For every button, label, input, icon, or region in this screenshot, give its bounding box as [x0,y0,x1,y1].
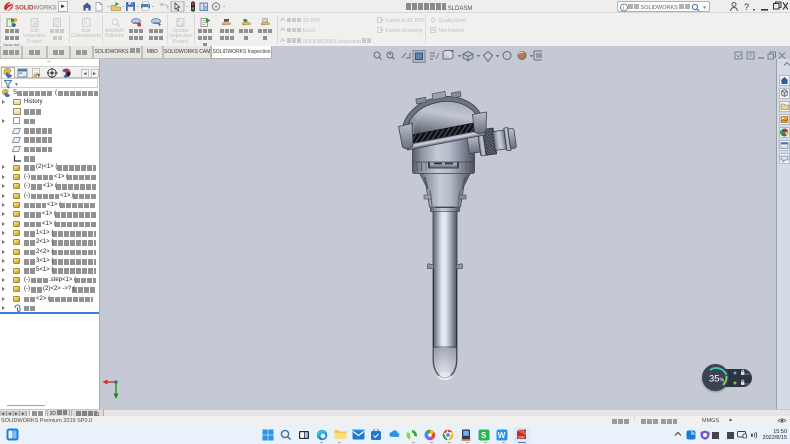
svg-text:SW: SW [518,434,525,439]
svg-text:i: i [623,6,624,12]
svg-text:5: 5 [84,21,87,27]
svg-text:SOLIDWORKS: SOLIDWORKS [15,5,57,12]
svg-text:35%: 35% [709,373,725,384]
svg-text:REC: REC [745,372,752,376]
svg-text:W: W [498,431,506,440]
svg-text:REC: REC [745,382,752,386]
svg-text:S: S [481,431,487,440]
svg-text:?: ? [744,2,749,12]
